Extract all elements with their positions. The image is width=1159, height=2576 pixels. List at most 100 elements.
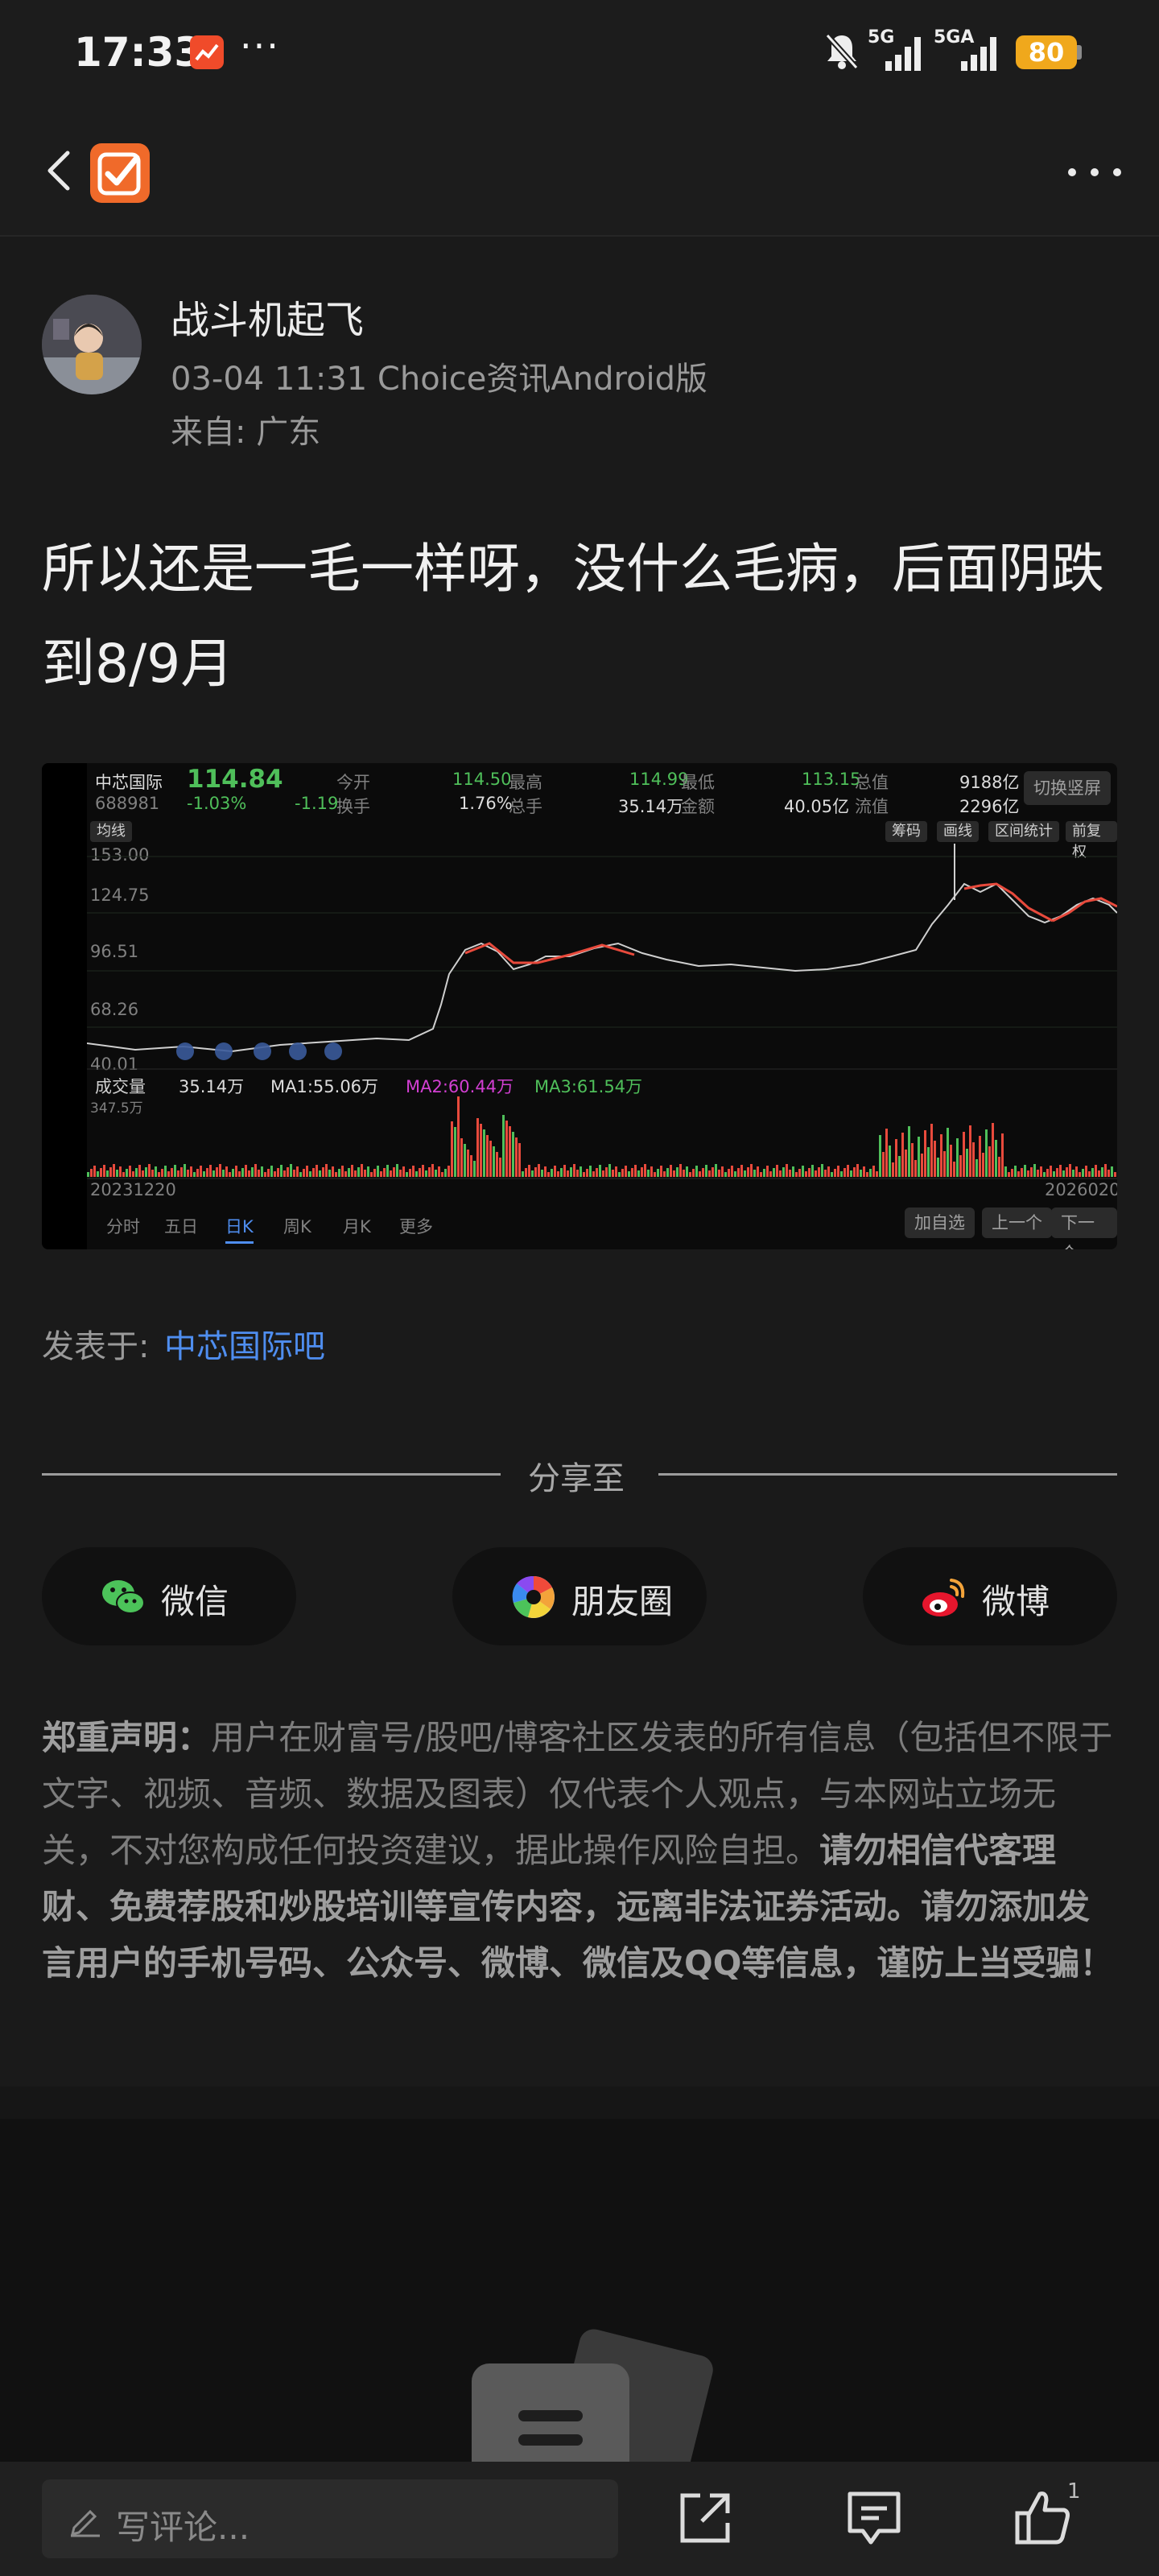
post-meta: 03-04 11:31 Choice资讯Android版 bbox=[171, 361, 708, 398]
event-marker bbox=[215, 1042, 233, 1060]
volume-bar bbox=[769, 1171, 772, 1177]
volume-bar bbox=[293, 1170, 295, 1177]
volume-bar bbox=[1017, 1171, 1020, 1177]
volume-bar bbox=[216, 1167, 218, 1177]
volume-bar bbox=[1024, 1165, 1026, 1177]
volume-bar bbox=[840, 1171, 843, 1177]
more-options-icon[interactable] bbox=[1062, 148, 1127, 196]
volume-bar bbox=[576, 1170, 579, 1177]
posted-in-label: 发表于: bbox=[42, 1328, 150, 1365]
volume-bar bbox=[97, 1171, 99, 1177]
volume-bar bbox=[628, 1171, 630, 1177]
volume-bar bbox=[837, 1166, 839, 1177]
battery-icon: 80 bbox=[1016, 35, 1077, 69]
ma-line bbox=[464, 942, 635, 964]
status-time: 17:33 bbox=[74, 29, 203, 76]
share-wechat-button[interactable]: 微信 bbox=[42, 1547, 296, 1645]
volume-bar bbox=[747, 1167, 749, 1177]
volume-bar bbox=[573, 1164, 575, 1177]
volume-bar bbox=[734, 1171, 736, 1177]
volume-bar bbox=[457, 1096, 460, 1177]
avatar[interactable] bbox=[42, 295, 142, 394]
volume-bar bbox=[608, 1164, 611, 1177]
volume-bar bbox=[856, 1164, 859, 1177]
volume-bar bbox=[1062, 1170, 1065, 1177]
volume-bar bbox=[969, 1125, 971, 1177]
author-name[interactable]: 战斗机起飞 bbox=[171, 288, 364, 345]
volume-bar bbox=[718, 1170, 720, 1177]
comment-icon[interactable] bbox=[842, 2486, 906, 2550]
volume-bar bbox=[634, 1165, 637, 1177]
volume-bar bbox=[486, 1135, 489, 1177]
volume-bar bbox=[766, 1166, 769, 1177]
volume-bar bbox=[534, 1167, 537, 1177]
previous-button[interactable]: 上一个 bbox=[982, 1208, 1052, 1238]
next-button[interactable]: 下一个 bbox=[1051, 1208, 1117, 1249]
tab-five-day[interactable]: 五日 bbox=[164, 1214, 198, 1238]
volume-bar bbox=[148, 1164, 151, 1177]
volume-bar bbox=[699, 1171, 701, 1177]
volume-bar bbox=[357, 1167, 360, 1177]
add-watchlist-button[interactable]: 加自选 bbox=[905, 1208, 975, 1238]
event-marker bbox=[324, 1042, 342, 1060]
volume-bar bbox=[287, 1167, 289, 1177]
tab-daily-k[interactable]: 日K bbox=[225, 1214, 254, 1244]
share-weibo-button[interactable]: 微博 bbox=[863, 1547, 1117, 1645]
volume-bar bbox=[512, 1132, 514, 1177]
volume-bar bbox=[934, 1141, 936, 1177]
volume-bar bbox=[525, 1168, 527, 1177]
volume-bar bbox=[483, 1129, 485, 1177]
stock-chart-image[interactable]: 中芯国际 688981 114.84 -1.03% -1.19 今开 114.5… bbox=[42, 763, 1117, 1249]
volume-bar bbox=[444, 1169, 447, 1177]
volume-bar bbox=[815, 1170, 817, 1177]
volume-bar bbox=[760, 1172, 762, 1177]
volume-bar bbox=[599, 1165, 601, 1177]
volume-bar bbox=[370, 1172, 373, 1177]
like-icon[interactable] bbox=[1011, 2486, 1075, 2550]
volume-bar bbox=[879, 1135, 881, 1177]
volume-bar bbox=[740, 1165, 743, 1177]
posted-in-link[interactable]: 中芯国际吧 bbox=[164, 1320, 325, 1367]
volume-bar bbox=[428, 1167, 431, 1177]
volume-bar bbox=[180, 1167, 183, 1177]
volume-bar bbox=[728, 1169, 730, 1177]
kline-chart[interactable] bbox=[87, 763, 1117, 1182]
volume-bar bbox=[206, 1168, 208, 1177]
tab-weekly-k[interactable]: 周K bbox=[283, 1214, 311, 1238]
volume-bar bbox=[267, 1169, 270, 1177]
tab-monthly-k[interactable]: 月K bbox=[343, 1214, 371, 1238]
volume-bar bbox=[258, 1170, 260, 1177]
volume-bar bbox=[1107, 1170, 1110, 1177]
comment-placeholder: 写评论... bbox=[116, 2508, 250, 2547]
volume-bar bbox=[464, 1144, 466, 1177]
volume-bar bbox=[142, 1170, 144, 1177]
volume-bar bbox=[860, 1170, 862, 1177]
tab-timeshare[interactable]: 分时 bbox=[106, 1214, 140, 1238]
volume-bar bbox=[419, 1168, 421, 1177]
volume-bar bbox=[335, 1172, 337, 1177]
volume-bar bbox=[113, 1164, 115, 1177]
volume-bar bbox=[715, 1164, 717, 1177]
volume-bar bbox=[338, 1169, 340, 1177]
share-moments-button[interactable]: 朋友圈 bbox=[452, 1547, 707, 1645]
volume-bar bbox=[1075, 1166, 1078, 1177]
volume-bar bbox=[161, 1169, 163, 1177]
share-icon[interactable] bbox=[673, 2486, 737, 2550]
volume-bar bbox=[409, 1169, 411, 1177]
back-icon[interactable] bbox=[39, 147, 87, 195]
volume-bar bbox=[985, 1129, 988, 1177]
volume-bar bbox=[795, 1172, 798, 1177]
volume-bar bbox=[167, 1171, 170, 1177]
volume-bar bbox=[344, 1171, 347, 1177]
volume-bar bbox=[348, 1168, 350, 1177]
wechat-icon bbox=[102, 1580, 145, 1614]
volume-bar bbox=[1088, 1171, 1091, 1177]
volume-bar bbox=[850, 1170, 852, 1177]
volume-bar bbox=[808, 1168, 810, 1177]
tab-more[interactable]: 更多 bbox=[399, 1214, 433, 1238]
volume-bar bbox=[309, 1171, 311, 1177]
comment-input[interactable]: 写评论... bbox=[42, 2479, 618, 2558]
volume-bar bbox=[695, 1166, 698, 1177]
volume-bar bbox=[924, 1130, 926, 1177]
volume-bar bbox=[1069, 1164, 1071, 1177]
